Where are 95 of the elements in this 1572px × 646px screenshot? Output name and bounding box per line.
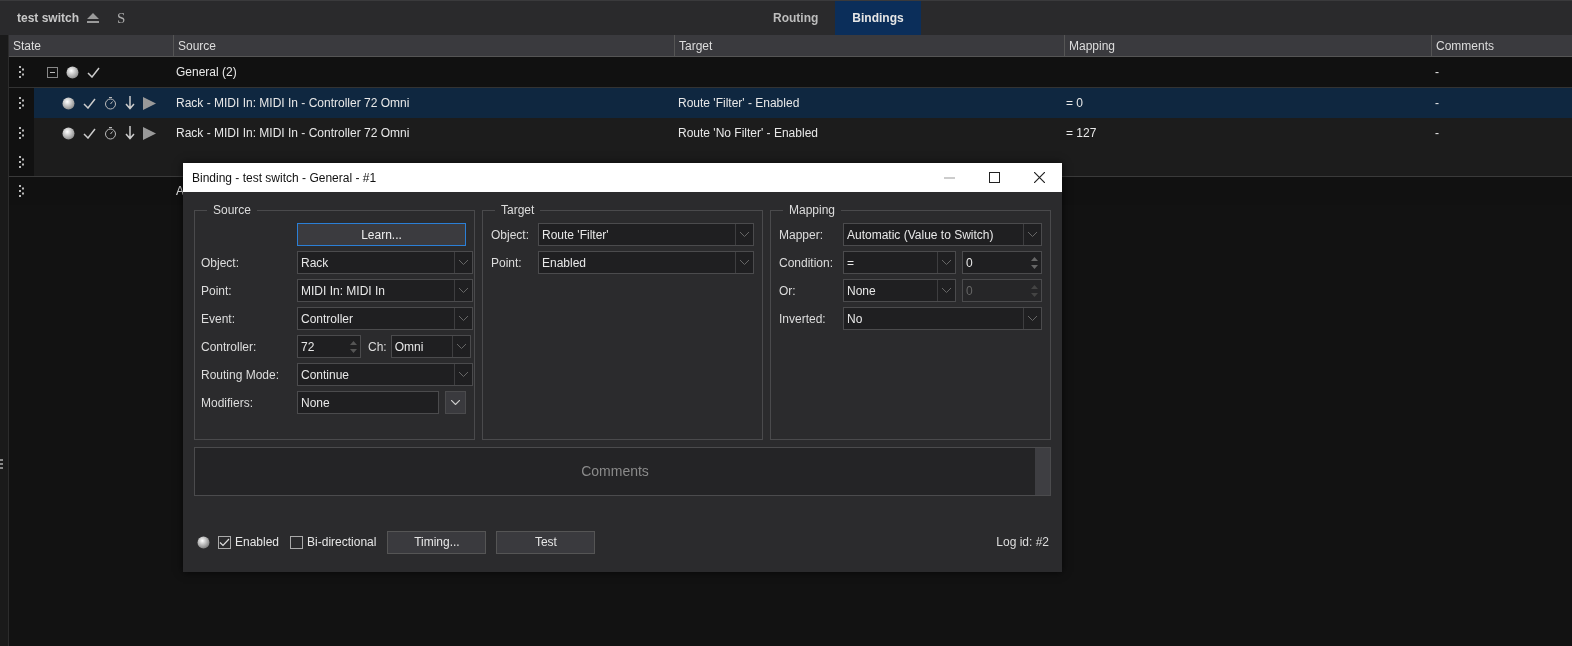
drag-handle-icon[interactable]: [19, 65, 25, 79]
down-arrow-icon[interactable]: [125, 126, 135, 140]
check-icon[interactable]: [83, 97, 96, 109]
resize-handle[interactable]: [0, 459, 3, 471]
field-label: Object:: [490, 227, 530, 242]
comments-cell: -: [1435, 96, 1439, 110]
shortcut-label[interactable]: S: [117, 9, 126, 27]
play-icon[interactable]: [143, 126, 156, 140]
chevron-down-icon: [1028, 232, 1037, 237]
field-label: Event:: [201, 311, 237, 326]
field-label: Or:: [778, 283, 797, 298]
column-header[interactable]: State: [9, 35, 173, 56]
source-cell: Rack - MIDI In: MIDI In - Controller 72 Omni: [176, 96, 410, 110]
column-header[interactable]: Source: [173, 35, 674, 56]
chevron-down-icon: [451, 400, 460, 405]
dropdown[interactable]: Route 'Filter': [538, 223, 754, 246]
view-tab[interactable]: Routing: [756, 1, 836, 35]
mapping-cell: = 0: [1066, 96, 1083, 110]
enabled-checkbox[interactable]: Enabled: [218, 535, 280, 549]
dropdown[interactable]: MIDI In: MIDI In: [297, 279, 473, 302]
status-light-icon: [62, 126, 75, 140]
timer-icon[interactable]: [104, 126, 117, 140]
chevron-down-icon: [942, 260, 951, 265]
field-label: Ch:: [368, 339, 387, 354]
status-light-icon: [197, 535, 210, 549]
chevron-down-icon: [740, 232, 749, 237]
dialog-title: Binding - test switch - General - #1: [192, 170, 377, 185]
chevron-down-icon: [456, 344, 466, 349]
column-header[interactable]: Mapping: [1064, 35, 1431, 56]
field-label: Mapper:: [778, 227, 825, 242]
chevron-down-icon: [459, 372, 468, 377]
chevron-down-icon: [459, 260, 468, 265]
group-title: Mapping: [788, 203, 837, 217]
chevron-down-icon: [459, 288, 468, 293]
field-label: Routing Mode:: [201, 367, 281, 382]
checkmark-icon: [219, 537, 230, 547]
play-icon[interactable]: [143, 96, 156, 110]
maximize-icon[interactable]: [989, 172, 1000, 183]
field-label: Object:: [201, 255, 240, 270]
dropdown-button[interactable]: [445, 391, 466, 414]
chevron-down-icon: [942, 288, 951, 293]
drag-handle-icon[interactable]: [19, 126, 25, 140]
collapse-icon[interactable]: [47, 66, 58, 78]
field-label: Controller:: [201, 339, 258, 354]
document-title: test switch: [17, 11, 79, 25]
dropdown[interactable]: Rack: [297, 251, 473, 274]
dropdown[interactable]: Enabled: [538, 251, 754, 274]
dropdown[interactable]: Omni: [390, 335, 471, 358]
field-label: Point:: [490, 255, 523, 270]
chevron-down-icon: [740, 260, 749, 265]
drag-handle-icon[interactable]: [19, 155, 25, 169]
dropdown[interactable]: Controller: [297, 307, 473, 330]
binding-row[interactable]: Rack - MIDI In: MIDI In - Controller 72 Omni Route 'No Filter' - Enabled = 127 -: [9, 118, 1572, 148]
column-header[interactable]: Target: [674, 35, 1064, 56]
dialog-button[interactable]: Timing...: [387, 530, 487, 554]
dropdown[interactable]: Continue: [297, 363, 473, 386]
comments-cell: -: [1435, 65, 1439, 79]
down-arrow-icon[interactable]: [125, 96, 135, 110]
drag-handle-icon[interactable]: [19, 184, 25, 198]
number-spinner[interactable]: 0: [962, 251, 1042, 274]
check-icon[interactable]: [83, 127, 96, 139]
check-icon[interactable]: [87, 66, 100, 78]
drag-handle-icon[interactable]: [19, 96, 25, 110]
status-light-icon: [62, 96, 75, 110]
close-icon[interactable]: [1034, 172, 1045, 183]
field-label: Inverted:: [778, 311, 827, 326]
view-tab[interactable]: Bindings: [835, 1, 921, 35]
timer-icon[interactable]: [104, 96, 117, 110]
comments-cell: -: [1435, 126, 1439, 140]
dialog-button[interactable]: Test: [496, 530, 596, 554]
field-label: Condition:: [778, 255, 835, 270]
modifiers-field[interactable]: None: [297, 391, 439, 414]
status-light-icon: [66, 65, 79, 79]
log-id: Log id: #2: [996, 535, 1050, 549]
target-cell: Route 'No Filter' - Enabled: [678, 126, 818, 140]
group-title: Target: [500, 203, 536, 217]
source-cell: A: [176, 184, 184, 198]
number-spinner[interactable]: 72: [297, 335, 361, 358]
field-label: Point:: [201, 283, 233, 298]
chevron-down-icon: [1028, 316, 1037, 321]
column-header[interactable]: Comments: [1431, 35, 1572, 56]
target-cell: Route 'Filter' - Enabled: [678, 96, 800, 110]
binding-row[interactable]: Rack - MIDI In: MIDI In - Controller 72 Omni Route 'Filter' - Enabled = 0 -: [9, 88, 1572, 118]
source-cell: General (2): [176, 65, 237, 79]
source-cell: Rack - MIDI In: MIDI In - Controller 72 Omni: [176, 126, 410, 140]
dropdown[interactable]: Automatic (Value to Switch): [843, 223, 1042, 246]
field-label: Modifiers:: [201, 395, 254, 410]
mapping-cell: = 127: [1066, 126, 1097, 140]
bidirectional-checkbox[interactable]: Bi-directional: [290, 535, 377, 549]
group-title: Source: [212, 203, 253, 217]
chevron-down-icon: [459, 316, 468, 321]
dropdown[interactable]: No: [843, 307, 1042, 330]
dropdown[interactable]: =: [843, 251, 956, 274]
eject-icon[interactable]: [87, 12, 99, 24]
learn-button[interactable]: Learn...: [297, 223, 466, 246]
